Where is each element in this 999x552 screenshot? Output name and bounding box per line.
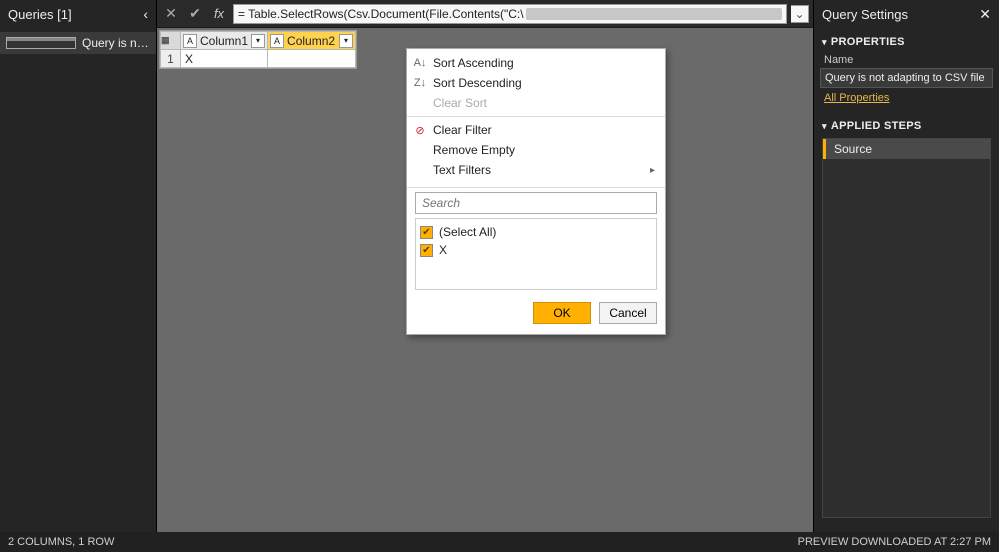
cell[interactable]: X: [181, 50, 268, 68]
applied-steps-list: Source: [822, 138, 991, 518]
table-corner[interactable]: ▦: [161, 32, 181, 50]
checkbox-icon[interactable]: ✔: [420, 244, 433, 257]
column-name: Column1: [200, 34, 248, 48]
collapse-queries-icon[interactable]: ‹: [143, 6, 148, 22]
all-properties-link[interactable]: All Properties: [820, 88, 893, 108]
column-header-column1[interactable]: A Column1 ▾: [181, 32, 268, 50]
submenu-arrow-icon: ▸: [650, 165, 655, 176]
sort-ascending-menuitem[interactable]: A↓ Sort Ascending: [407, 53, 665, 73]
queries-list: Query is not adapting to CS...: [0, 28, 156, 58]
properties-section-header[interactable]: ▾ PROPERTIES: [820, 32, 993, 52]
queries-header: Queries [1] ‹: [0, 0, 156, 28]
applied-step[interactable]: Source: [823, 139, 990, 159]
menu-label: Sort Descending: [433, 76, 522, 90]
close-icon[interactable]: ✕: [979, 6, 991, 23]
grid-area: ▦ A Column1 ▾: [157, 28, 813, 532]
status-left: 2 COLUMNS, 1 ROW: [8, 536, 114, 548]
menu-label: Clear Sort: [433, 96, 487, 110]
cell[interactable]: [268, 50, 356, 68]
commit-formula-icon[interactable]: ✔: [185, 4, 205, 24]
formula-input[interactable]: = Table.SelectRows(Csv.Document(File.Con…: [233, 4, 787, 24]
menu-label: Clear Filter: [433, 123, 492, 137]
applied-step-label: Source: [834, 142, 872, 156]
column-filter-icon[interactable]: ▾: [339, 34, 353, 48]
caret-down-icon: ▾: [822, 121, 827, 132]
clear-sort-menuitem: Clear Sort: [407, 93, 665, 113]
filter-option-label: X: [439, 243, 447, 257]
menu-label: Remove Empty: [433, 143, 515, 157]
sort-asc-icon: A↓: [413, 56, 427, 70]
column-filter-icon[interactable]: ▾: [251, 34, 265, 48]
checkbox-icon[interactable]: ✔: [420, 226, 433, 239]
menu-separator: [407, 187, 665, 188]
name-label: Name: [820, 52, 993, 68]
menu-label: Sort Ascending: [433, 56, 514, 70]
cancel-formula-icon[interactable]: ✕: [161, 4, 181, 24]
table-icon: [6, 37, 76, 49]
column-filter-popup: A↓ Sort Ascending Z↓ Sort Descending Cle…: [406, 48, 666, 335]
filter-option-select-all[interactable]: ✔ (Select All): [420, 223, 652, 241]
section-title-label: PROPERTIES: [831, 36, 905, 48]
fx-icon[interactable]: fx: [209, 4, 229, 24]
query-settings-pane: Query Settings ✕ ▾ PROPERTIES Name All P…: [813, 0, 999, 532]
text-filters-menuitem[interactable]: Text Filters ▸: [407, 160, 665, 180]
status-right: PREVIEW DOWNLOADED AT 2:27 PM: [798, 536, 991, 548]
row-number: 1: [161, 50, 181, 68]
formula-text: = Table.SelectRows(Csv.Document(File.Con…: [238, 7, 524, 21]
remove-empty-menuitem[interactable]: Remove Empty: [407, 140, 665, 160]
filter-checklist: ✔ (Select All) ✔ X: [415, 218, 657, 290]
ok-button[interactable]: OK: [533, 302, 591, 324]
queries-pane: Queries [1] ‹ Query is not adapting to C…: [0, 0, 157, 532]
cancel-button[interactable]: Cancel: [599, 302, 657, 324]
caret-down-icon: ▾: [822, 37, 827, 48]
sort-desc-icon: Z↓: [413, 76, 427, 90]
query-item[interactable]: Query is not adapting to CS...: [0, 32, 156, 54]
query-settings-header: Query Settings ✕: [814, 0, 999, 28]
menu-separator: [407, 116, 665, 117]
formula-dropdown-icon[interactable]: ⌄: [791, 5, 809, 23]
data-grid: ▦ A Column1 ▾: [159, 30, 357, 69]
query-item-label: Query is not adapting to CS...: [82, 36, 150, 50]
applied-steps-section-header[interactable]: ▾ APPLIED STEPS: [820, 116, 993, 136]
clear-filter-icon: ⊘: [413, 123, 427, 137]
clear-filter-menuitem[interactable]: ⊘ Clear Filter: [407, 120, 665, 140]
status-bar: 2 COLUMNS, 1 ROW PREVIEW DOWNLOADED AT 2…: [0, 532, 999, 552]
column-header-column2[interactable]: A Column2 ▾: [268, 32, 356, 50]
table-row[interactable]: 1 X: [161, 50, 356, 68]
type-icon[interactable]: A: [270, 34, 284, 48]
queries-title: Queries [1]: [8, 7, 72, 22]
center-area: ✕ ✔ fx = Table.SelectRows(Csv.Document(F…: [157, 0, 813, 532]
query-name-input[interactable]: [820, 68, 993, 88]
formula-bar: ✕ ✔ fx = Table.SelectRows(Csv.Document(F…: [157, 0, 813, 28]
type-icon[interactable]: A: [183, 34, 197, 48]
filter-option[interactable]: ✔ X: [420, 241, 652, 259]
formula-redacted: [526, 8, 782, 20]
column-name: Column2: [287, 34, 335, 48]
filter-option-label: (Select All): [439, 225, 496, 239]
menu-label: Text Filters: [433, 163, 491, 177]
section-title-label: APPLIED STEPS: [831, 120, 922, 132]
sort-descending-menuitem[interactable]: Z↓ Sort Descending: [407, 73, 665, 93]
filter-search-input[interactable]: [415, 192, 657, 214]
query-settings-title: Query Settings: [822, 7, 908, 22]
